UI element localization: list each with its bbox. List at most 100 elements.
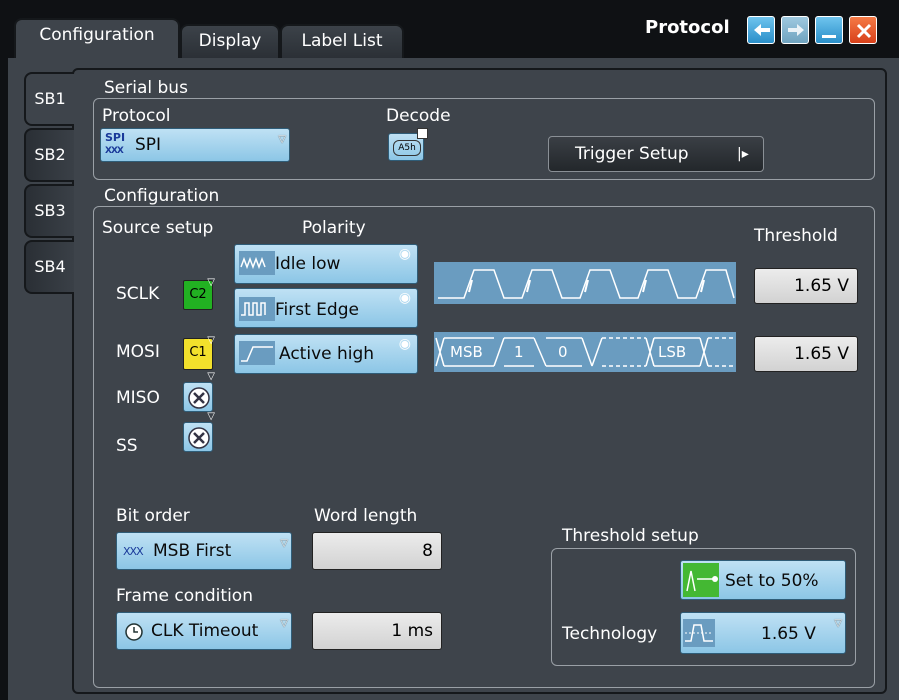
ss-label: SS	[116, 436, 138, 456]
chevron-right-icon: |▸	[737, 146, 749, 162]
threshold-setup-heading: Threshold setup	[562, 526, 699, 546]
tab-label: Label List	[301, 31, 383, 51]
word-length-label: Word length	[314, 506, 418, 526]
mosi-threshold-field[interactable]: 1.65 V	[754, 336, 858, 372]
decode-hex-icon: A5h	[393, 140, 421, 156]
minimize-button[interactable]	[815, 16, 843, 44]
source-setup-label: Source setup	[102, 218, 214, 238]
decode-toggle[interactable]: A5h	[388, 128, 428, 161]
wave-label-1: 1	[514, 343, 524, 361]
sclk-waveform-preview	[434, 262, 736, 304]
dropdown-arrow-icon: ▽	[207, 335, 215, 346]
active-high-label: Active high	[279, 344, 375, 364]
technology-label: Technology	[562, 624, 658, 644]
bit-order-label: Bit order	[116, 506, 190, 526]
word-length-value: 8	[422, 541, 433, 561]
dropdown-arrow-icon: ▽	[834, 618, 842, 629]
wave-label-msb: MSB	[450, 343, 483, 361]
technology-value: 1.65 V	[761, 624, 816, 644]
serial-bus-heading: Serial bus	[104, 78, 188, 98]
close-icon	[856, 23, 872, 39]
sclk-threshold-field[interactable]: 1.65 V	[754, 268, 858, 304]
tab-label-list[interactable]: Label List	[280, 24, 404, 58]
set-to-50-label: Set to 50%	[725, 571, 819, 591]
dropdown-arrow-icon: ▽	[207, 371, 215, 382]
dropdown-arrow-icon: ▽	[280, 538, 288, 549]
eye-icon: ◉	[398, 336, 411, 352]
tab-label: Display	[198, 31, 262, 51]
miso-label: MISO	[116, 388, 160, 408]
mosi-waveform-preview: MSB 1 0 LSB	[434, 332, 736, 372]
disabled-x-icon	[188, 387, 210, 409]
sidebar-item-label: SB2	[34, 145, 66, 164]
miso-source-button[interactable]: ▽	[183, 371, 215, 412]
minimize-icon	[822, 35, 836, 38]
technology-select[interactable]: 1.65 V ▽	[680, 612, 846, 654]
polarity-label: Polarity	[302, 218, 366, 238]
tab-display[interactable]: Display	[180, 24, 280, 58]
set-to-50-button[interactable]: Set to 50%	[680, 560, 846, 600]
dialog-title: Protocol	[645, 17, 730, 38]
dropdown-arrow-icon: ▽	[280, 618, 288, 629]
redo-button[interactable]	[781, 16, 809, 44]
active-high-button[interactable]: Active high ◉	[234, 334, 418, 374]
dropdown-arrow-icon: ▽	[207, 277, 215, 288]
spi-icon: SPI XXX	[105, 131, 126, 157]
wave-label-0: 0	[558, 343, 568, 361]
mosi-threshold-value: 1.65 V	[794, 344, 849, 364]
sidebar-item-label: SB1	[34, 89, 66, 108]
edge-wave-icon	[239, 297, 275, 321]
protocol-select[interactable]: SPI XXX SPI ▽	[100, 128, 290, 162]
tab-label: Configuration	[39, 25, 155, 45]
first-edge-label: First Edge	[275, 300, 359, 320]
dropdown-arrow-icon: ▽	[207, 411, 215, 422]
mosi-source-button[interactable]: C1 ▽	[183, 335, 215, 370]
protocol-label: Protocol	[102, 106, 171, 126]
sclk-source-button[interactable]: C2 ▽	[183, 277, 215, 310]
decode-checkbox-icon	[417, 128, 428, 139]
redo-arrow-icon	[788, 24, 804, 36]
eye-icon: ◉	[398, 246, 411, 262]
active-high-icon	[239, 341, 275, 365]
configuration-heading: Configuration	[104, 186, 220, 206]
undo-arrow-icon	[754, 24, 770, 36]
decode-label: Decode	[386, 106, 451, 126]
sidebar-item-sb4[interactable]: SB4	[24, 240, 74, 294]
tab-configuration[interactable]: Configuration	[14, 18, 180, 58]
decode-icon-text: A5h	[398, 143, 416, 153]
technology-wave-icon	[683, 619, 715, 647]
frame-timeout-field[interactable]: 1 ms	[312, 612, 442, 650]
undo-button[interactable]	[747, 16, 775, 44]
sidebar-item-sb1[interactable]: SB1	[24, 72, 74, 126]
bit-order-select[interactable]: XXX MSB First ▽	[116, 532, 292, 570]
set-threshold-icon	[683, 563, 719, 597]
sidebar-item-sb2[interactable]: SB2	[24, 128, 74, 182]
disabled-x-icon	[188, 427, 210, 449]
clock-icon	[125, 623, 143, 641]
spi-icon-text: SPI	[105, 131, 126, 144]
mosi-source-value: C1	[189, 345, 207, 360]
bit-order-icon: XXX	[123, 545, 144, 558]
close-button[interactable]	[849, 16, 877, 44]
frame-condition-value: CLK Timeout	[151, 621, 259, 641]
sidebar-item-label: SB4	[34, 257, 66, 276]
sidebar-item-sb3[interactable]: SB3	[24, 184, 74, 238]
word-length-field[interactable]: 8	[312, 532, 442, 570]
sidebar-item-label: SB3	[34, 201, 66, 220]
wave-label-lsb: LSB	[658, 343, 687, 361]
sclk-threshold-value: 1.65 V	[794, 276, 849, 296]
first-edge-button[interactable]: First Edge ◉	[234, 288, 418, 328]
protocol-value: SPI	[135, 135, 162, 155]
ss-source-button[interactable]: ▽	[183, 411, 215, 452]
threshold-label: Threshold	[754, 226, 838, 246]
frame-timeout-value: 1 ms	[391, 621, 433, 641]
clock-wave-icon	[239, 251, 275, 275]
frame-condition-label: Frame condition	[116, 586, 253, 606]
mosi-label: MOSI	[116, 342, 160, 362]
sclk-label: SCLK	[116, 284, 160, 304]
frame-condition-select[interactable]: CLK Timeout ▽	[116, 612, 292, 650]
trigger-setup-button[interactable]: Trigger Setup |▸	[548, 136, 764, 172]
sclk-waveform	[438, 269, 735, 299]
idle-low-button[interactable]: Idle low ◉	[234, 244, 418, 284]
dropdown-arrow-icon: ▽	[278, 134, 286, 145]
